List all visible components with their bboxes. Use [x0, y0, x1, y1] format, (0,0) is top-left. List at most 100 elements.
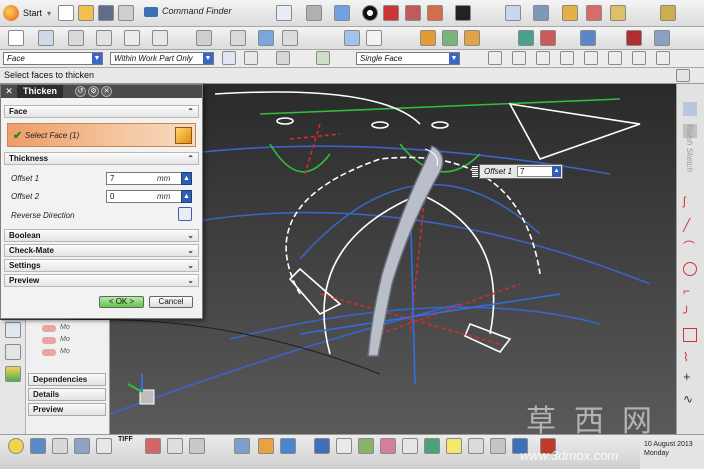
drafting-icon[interactable] [314, 438, 330, 454]
face-rule-select[interactable]: Single Face ▼ [356, 52, 460, 65]
sketch-icon[interactable] [8, 30, 24, 46]
reset-icon[interactable]: ↺ [75, 86, 86, 97]
bulb-icon[interactable] [8, 438, 24, 454]
print-icon[interactable] [189, 438, 205, 454]
cube-icon[interactable] [258, 438, 274, 454]
settings-icon[interactable]: ⚙ [88, 86, 99, 97]
fillet-icon[interactable]: ⌐ [683, 284, 697, 298]
control-point-icon[interactable] [536, 51, 550, 65]
filter-reset-icon[interactable] [222, 51, 236, 65]
profile-icon[interactable]: ʃ [683, 194, 697, 208]
new-file-icon[interactable] [58, 5, 74, 21]
ok-button[interactable]: < OK > [99, 296, 144, 308]
shaded-cube-icon[interactable] [334, 5, 350, 21]
shell-icon[interactable] [230, 30, 246, 46]
select-icon[interactable] [446, 438, 462, 454]
ruler-icon[interactable] [610, 5, 626, 21]
extrude-icon[interactable] [38, 30, 54, 46]
tree-item[interactable]: Mo [30, 322, 104, 334]
reverse-direction-icon[interactable] [178, 207, 192, 221]
tree-item[interactable]: Mo [30, 334, 104, 346]
cue-line-icon[interactable] [676, 69, 690, 82]
section-check-mate[interactable]: Check-Mate ⌄ [4, 244, 199, 257]
grid-icon[interactable] [96, 438, 112, 454]
chamfer-icon[interactable]: ╯ [683, 306, 697, 320]
curve-rule-icon[interactable] [316, 51, 330, 65]
circle-icon[interactable] [683, 262, 697, 276]
command-finder-button[interactable]: Command Finder [144, 6, 232, 17]
quadrant-icon[interactable] [608, 51, 622, 65]
assembly-navigator-icon[interactable] [5, 322, 21, 338]
open-folder-icon[interactable] [78, 5, 94, 21]
sheet-icon[interactable] [366, 30, 382, 46]
measure-icon[interactable] [533, 5, 549, 21]
offset-face-icon[interactable] [442, 30, 458, 46]
offset1-spinner-icon[interactable]: ▲ [181, 172, 192, 185]
drag-handle-icon[interactable] [472, 166, 478, 177]
sew-icon[interactable] [464, 30, 480, 46]
offset-onscreen-input[interactable]: Offset 1 7 ▲ [472, 164, 563, 179]
solid-icon[interactable] [280, 438, 296, 454]
tool-icon[interactable] [30, 438, 46, 454]
revolve-icon[interactable] [68, 30, 84, 46]
offset2-field[interactable]: 0 mm [106, 190, 184, 203]
part-icon[interactable] [234, 438, 250, 454]
render-style-icon[interactable] [362, 5, 378, 21]
hide-icon[interactable] [468, 438, 484, 454]
endpoint-icon[interactable] [488, 51, 502, 65]
dialog-menu-icon[interactable]: ✕ [4, 86, 14, 96]
surface-icon[interactable] [344, 30, 360, 46]
stop-icon[interactable] [626, 30, 642, 46]
layout-icon[interactable] [52, 438, 68, 454]
color-icon[interactable] [380, 438, 396, 454]
point-icon[interactable]: + [683, 370, 697, 384]
rectangle-icon[interactable] [683, 328, 697, 342]
trim-body-icon[interactable] [282, 30, 298, 46]
analysis-icon[interactable] [660, 5, 676, 21]
finish-sketch-icon[interactable] [683, 102, 697, 116]
rotate-view-icon[interactable] [306, 5, 322, 21]
snap-point-icon[interactable] [276, 51, 290, 65]
layers-icon[interactable] [505, 5, 521, 21]
section-preview[interactable]: Preview ⌄ [4, 274, 199, 287]
fit-view-icon[interactable] [276, 5, 292, 21]
assembly-icon[interactable] [336, 438, 352, 454]
spinner-icon[interactable]: ▲ [552, 166, 561, 177]
datum-plane-icon[interactable] [96, 30, 112, 46]
background-icon[interactable] [455, 5, 471, 21]
analysis-icon[interactable] [424, 438, 440, 454]
existing-point-icon[interactable] [632, 51, 646, 65]
offset-onscreen-value[interactable]: 7 [517, 166, 553, 177]
pattern-icon[interactable] [540, 30, 556, 46]
line-icon[interactable]: ╱ [683, 218, 697, 232]
snap-icon[interactable] [562, 5, 578, 21]
blend-icon[interactable] [152, 30, 168, 46]
select-face-row[interactable]: ✔ Select Face (1) [7, 123, 196, 147]
tab-preview[interactable]: Preview [28, 403, 106, 416]
tree-item[interactable]: Mo [30, 346, 104, 358]
selection-filter-icon[interactable] [586, 5, 602, 21]
section-thickness[interactable]: Thickness ⌃ [4, 152, 199, 165]
section-view-icon[interactable] [405, 5, 421, 21]
thicken-icon[interactable] [420, 30, 436, 46]
roles-icon[interactable] [5, 366, 21, 382]
chevron-down-icon[interactable]: ▾ [47, 9, 51, 18]
export-icon[interactable] [145, 438, 161, 454]
face-selection-icon[interactable] [175, 127, 192, 144]
midpoint-icon[interactable] [512, 51, 526, 65]
show-icon[interactable] [490, 438, 506, 454]
select-all-icon[interactable] [244, 51, 258, 65]
arc-icon[interactable]: ⌒ [683, 240, 697, 254]
tab-dependencies[interactable]: Dependencies [28, 373, 106, 386]
section-face[interactable]: Face ⌃ [4, 105, 199, 118]
mirror-icon[interactable] [518, 30, 534, 46]
hole-icon[interactable] [124, 30, 140, 46]
save-icon[interactable] [98, 5, 114, 21]
arc-center-icon[interactable] [584, 51, 598, 65]
properties-icon[interactable] [402, 438, 418, 454]
tab-details[interactable]: Details [28, 388, 106, 401]
chamfer-icon[interactable] [196, 30, 212, 46]
image-icon[interactable] [167, 438, 183, 454]
selection-scope-select[interactable]: Within Work Part Only ▼ [110, 52, 214, 65]
cancel-button[interactable]: Cancel [149, 296, 193, 308]
